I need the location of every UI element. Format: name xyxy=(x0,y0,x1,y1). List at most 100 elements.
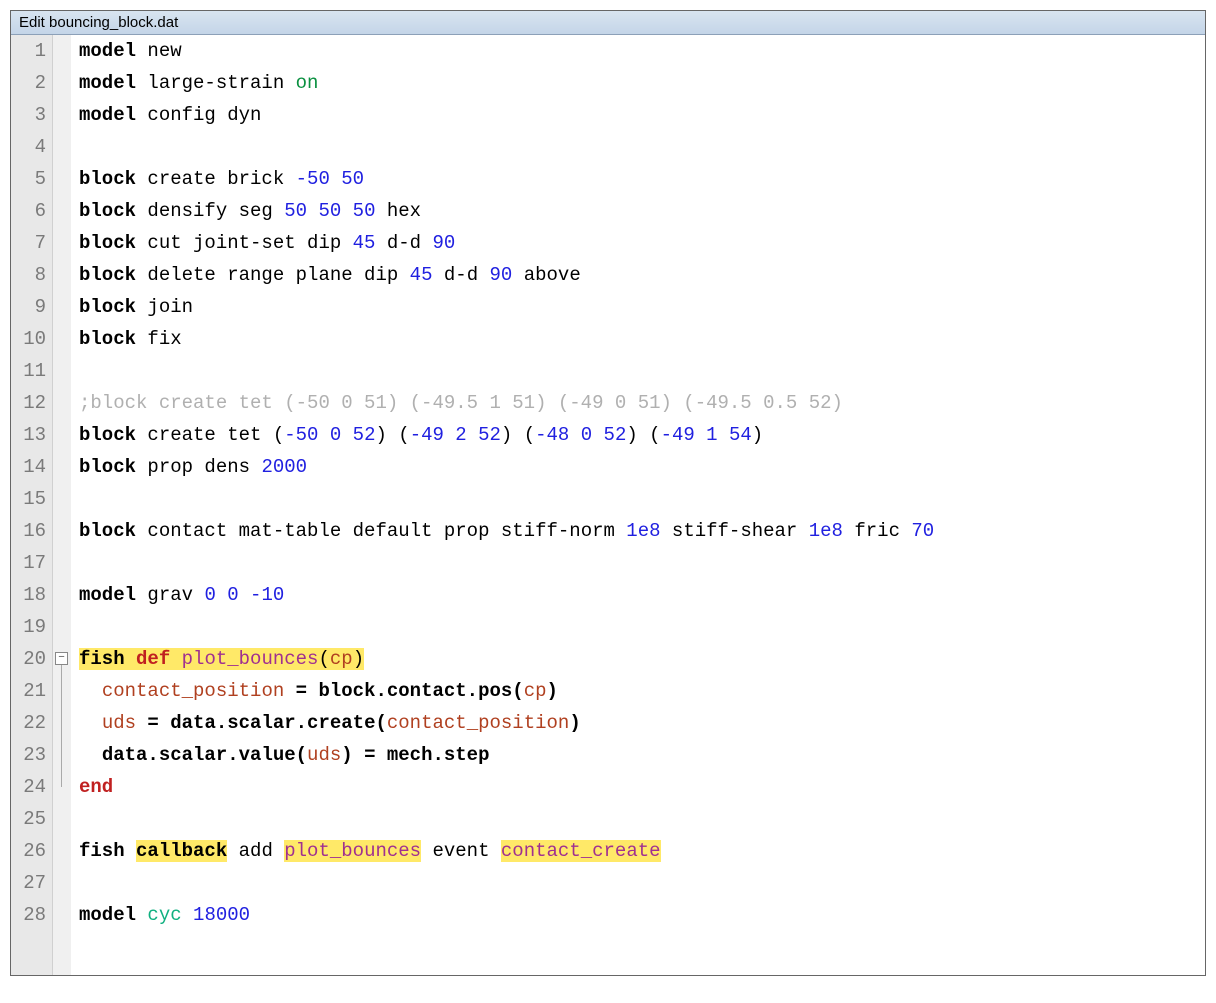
code-line[interactable]: model grav 0 0 -10 xyxy=(79,579,1205,611)
line-number: 23 xyxy=(11,739,46,771)
code-token: model xyxy=(79,72,136,94)
code-line[interactable] xyxy=(79,803,1205,835)
code-token: hex xyxy=(375,200,421,222)
code-line[interactable] xyxy=(79,355,1205,387)
code-token: callback xyxy=(136,840,227,862)
code-token: block xyxy=(79,296,136,318)
fold-bracket xyxy=(61,665,62,787)
code-token: 50 50 50 xyxy=(284,200,375,222)
code-token: new xyxy=(136,40,182,62)
code-line[interactable]: block densify seg 50 50 50 hex xyxy=(79,195,1205,227)
line-number: 5 xyxy=(11,163,46,195)
line-number: 17 xyxy=(11,547,46,579)
line-number: 14 xyxy=(11,451,46,483)
code-token: 0 0 -10 xyxy=(204,584,284,606)
editor-window: Edit bouncing_block.dat 1234567891011121… xyxy=(10,10,1206,976)
code-token: cut joint-set dip xyxy=(136,232,353,254)
fold-toggle[interactable]: − xyxy=(55,652,68,665)
code-token: model xyxy=(79,40,136,62)
code-line[interactable]: block fix xyxy=(79,323,1205,355)
code-token: ) xyxy=(547,680,558,702)
code-line[interactable] xyxy=(79,483,1205,515)
code-token: on xyxy=(296,72,319,94)
code-line[interactable]: block contact mat-table default prop sti… xyxy=(79,515,1205,547)
code-token: d-d xyxy=(432,264,489,286)
code-line[interactable]: model config dyn xyxy=(79,99,1205,131)
code-line[interactable]: model cyc 18000 xyxy=(79,899,1205,931)
code-token: d-d xyxy=(375,232,432,254)
code-token: -49 2 52 xyxy=(410,424,501,446)
line-number: 28 xyxy=(11,899,46,931)
line-number: 12 xyxy=(11,387,46,419)
code-line[interactable]: end xyxy=(79,771,1205,803)
code-token: 1e8 xyxy=(626,520,660,542)
code-line[interactable] xyxy=(79,867,1205,899)
code-token: block xyxy=(79,232,136,254)
line-number: 9 xyxy=(11,291,46,323)
code-token: contact_position xyxy=(102,680,284,702)
code-token: block xyxy=(79,520,136,542)
line-number: 7 xyxy=(11,227,46,259)
code-line[interactable]: data.scalar.value(uds) = mech.step xyxy=(79,739,1205,771)
code-token: ;block create tet (-50 0 51) (-49.5 1 51… xyxy=(79,392,843,414)
line-number: 24 xyxy=(11,771,46,803)
line-number: 6 xyxy=(11,195,46,227)
code-token: uds xyxy=(307,744,341,766)
code-line[interactable]: fish def plot_bounces(cp) xyxy=(79,643,1205,675)
code-line[interactable] xyxy=(79,547,1205,579)
code-token: -50 50 xyxy=(296,168,364,190)
line-number: 13 xyxy=(11,419,46,451)
code-token: event xyxy=(421,840,501,862)
code-line[interactable]: block cut joint-set dip 45 d-d 90 xyxy=(79,227,1205,259)
code-line[interactable]: model large-strain on xyxy=(79,67,1205,99)
code-token: fix xyxy=(136,328,182,350)
code-token: 1e8 xyxy=(809,520,843,542)
line-number: 1 xyxy=(11,35,46,67)
line-number: 11 xyxy=(11,355,46,387)
code-token: ) ( xyxy=(501,424,535,446)
line-number: 22 xyxy=(11,707,46,739)
code-token: block xyxy=(79,168,136,190)
code-token: create tet ( xyxy=(136,424,284,446)
code-token: stiff-shear xyxy=(661,520,809,542)
code-token: = data.scalar.create( xyxy=(136,712,387,734)
line-number-gutter: 1234567891011121314151617181920212223242… xyxy=(11,35,53,975)
line-number: 18 xyxy=(11,579,46,611)
title-text: Edit bouncing_block.dat xyxy=(19,14,178,31)
code-token: block xyxy=(79,328,136,350)
code-token: densify seg xyxy=(136,200,284,222)
code-token xyxy=(79,712,102,734)
code-line[interactable]: fish callback add plot_bounces event con… xyxy=(79,835,1205,867)
code-token: ) ( xyxy=(375,424,409,446)
code-line[interactable]: block create brick -50 50 xyxy=(79,163,1205,195)
code-token: delete range plane dip xyxy=(136,264,410,286)
code-line[interactable]: block join xyxy=(79,291,1205,323)
code-line[interactable]: block create tet (-50 0 52) (-49 2 52) (… xyxy=(79,419,1205,451)
code-line[interactable] xyxy=(79,611,1205,643)
code-token: plot_bounces xyxy=(284,840,421,862)
code-token: ) ( xyxy=(626,424,660,446)
code-area[interactable]: model newmodel large-strain onmodel conf… xyxy=(71,35,1205,975)
code-line[interactable]: contact_position = block.contact.pos(cp) xyxy=(79,675,1205,707)
code-token: large-strain xyxy=(136,72,296,94)
code-token: -48 0 52 xyxy=(535,424,626,446)
code-token: plot_bounces xyxy=(182,648,319,670)
code-token: model xyxy=(79,104,136,126)
code-token: 45 xyxy=(353,232,376,254)
code-line[interactable]: model new xyxy=(79,35,1205,67)
line-number: 3 xyxy=(11,99,46,131)
code-token: cyc xyxy=(147,904,181,926)
code-token: block xyxy=(79,456,136,478)
code-token: ) xyxy=(569,712,580,734)
line-number: 27 xyxy=(11,867,46,899)
code-token: ( xyxy=(318,648,329,670)
code-line[interactable]: uds = data.scalar.create(contact_positio… xyxy=(79,707,1205,739)
line-number: 8 xyxy=(11,259,46,291)
code-token xyxy=(79,744,102,766)
code-token xyxy=(182,904,193,926)
code-token: above xyxy=(512,264,580,286)
code-line[interactable]: block delete range plane dip 45 d-d 90 a… xyxy=(79,259,1205,291)
code-line[interactable]: ;block create tet (-50 0 51) (-49.5 1 51… xyxy=(79,387,1205,419)
code-line[interactable]: block prop dens 2000 xyxy=(79,451,1205,483)
code-line[interactable] xyxy=(79,131,1205,163)
